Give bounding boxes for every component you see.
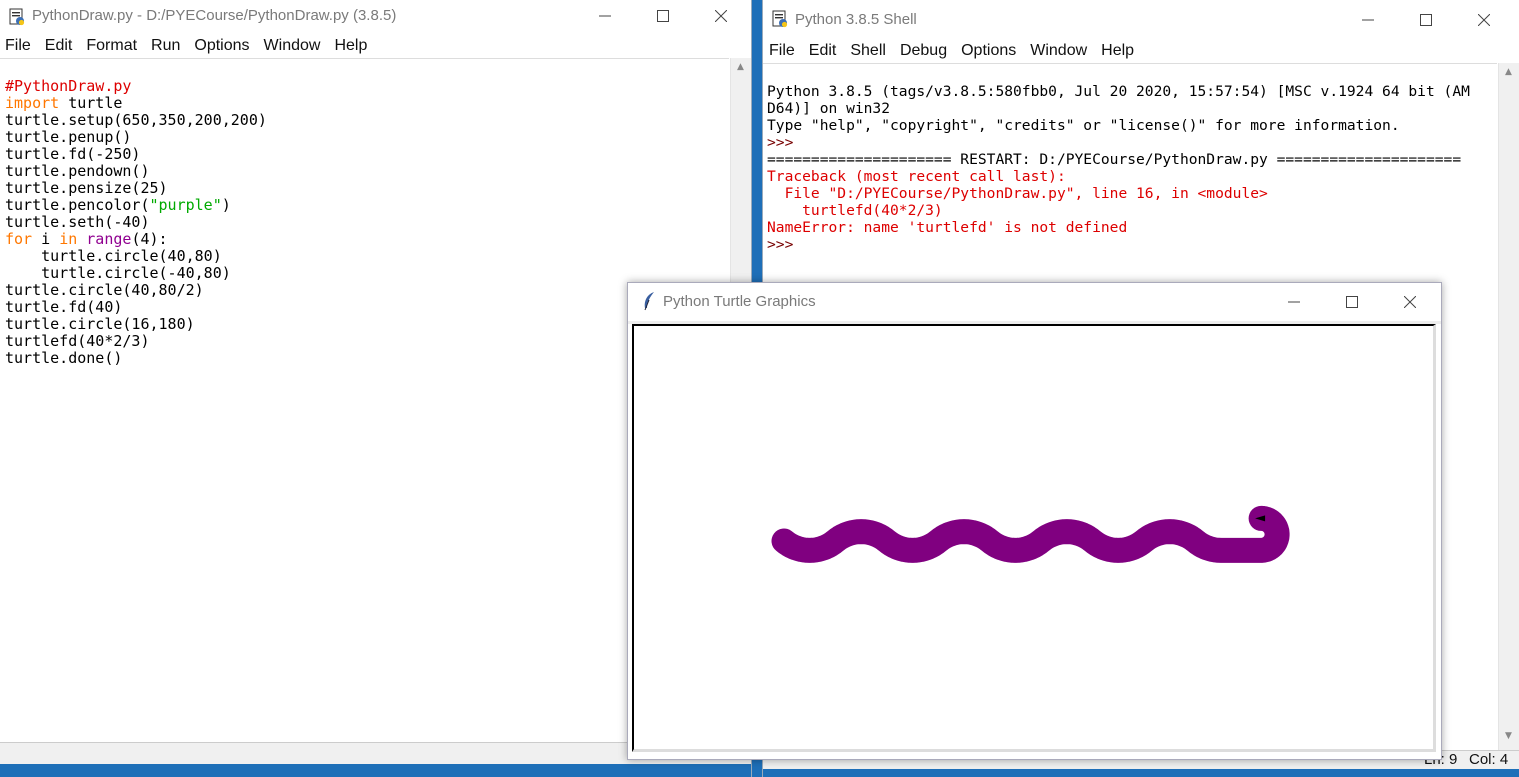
- code-line: for i in range(4):: [5, 230, 168, 248]
- menu-options[interactable]: Options: [954, 39, 1023, 63]
- code-line: turtle.circle(40,80): [5, 247, 222, 265]
- menu-options[interactable]: Options: [187, 34, 256, 58]
- close-button[interactable]: [1455, 4, 1513, 36]
- minimize-button[interactable]: [1339, 4, 1397, 36]
- code-line: import turtle: [5, 94, 123, 112]
- minimize-button[interactable]: [576, 0, 634, 32]
- code-line: turtle.done(): [5, 349, 123, 367]
- code-line: turtle.penup(): [5, 128, 132, 146]
- shell-line: Python 3.8.5 (tags/v3.8.5:580fbb0, Jul 2…: [767, 83, 1470, 100]
- editor-menubar: File Edit Format Run Options Window Help: [0, 34, 751, 58]
- shell-status-col: Col: 4: [1469, 751, 1509, 768]
- menu-debug[interactable]: Debug: [893, 39, 954, 63]
- code-line: turtle.setup(650,350,200,200): [5, 111, 267, 129]
- code-line: turtle.circle(40,80/2): [5, 281, 204, 299]
- shell-prompt: >>>: [767, 236, 803, 253]
- menu-window[interactable]: Window: [257, 34, 328, 58]
- menu-window[interactable]: Window: [1023, 39, 1094, 63]
- maximize-button[interactable]: [634, 0, 692, 32]
- code-line: turtle.circle(-40,80): [5, 264, 231, 282]
- editor-code-area[interactable]: #PythonDraw.py import turtle turtle.setup(…: [5, 61, 725, 741]
- menu-file[interactable]: File: [0, 34, 38, 58]
- scroll-up-icon[interactable]: ▲: [1505, 67, 1512, 77]
- code-line: #PythonDraw.py: [5, 77, 132, 95]
- shell-error-line: turtlefd(40*2/3): [767, 202, 943, 219]
- shell-scrollbar[interactable]: ▲ ▼: [1498, 63, 1519, 751]
- menu-edit[interactable]: Edit: [38, 34, 80, 58]
- menu-file[interactable]: File: [763, 39, 802, 63]
- shell-line: Type "help", "copyright", "credits" or "…: [767, 117, 1400, 134]
- code-line: turtle.pendown(): [5, 162, 150, 180]
- editor-titlebar[interactable]: PythonDraw.py - D:/PYECourse/PythonDraw.…: [0, 0, 751, 34]
- menu-help[interactable]: Help: [327, 34, 374, 58]
- code-line: turtle.pencolor("purple"): [5, 196, 231, 214]
- code-line: turtle.seth(-40): [5, 213, 150, 231]
- shell-error-line: File "D:/PYECourse/PythonDraw.py", line …: [767, 185, 1268, 202]
- code-line: turtle.fd(-250): [5, 145, 141, 163]
- shell-title: Python 3.8.5 Shell: [795, 11, 917, 28]
- code-line: turtle.pensize(25): [5, 179, 168, 197]
- shell-error-line: Traceback (most recent call last):: [767, 168, 1066, 185]
- code-line: turtle.circle(16,180): [5, 315, 195, 333]
- scroll-up-icon[interactable]: ▲: [737, 62, 744, 72]
- python-file-icon: [8, 8, 26, 26]
- turtle-drawing: [771, 505, 1290, 563]
- menu-help[interactable]: Help: [1094, 39, 1141, 63]
- shell-menubar: File Edit Shell Debug Options Window Hel…: [763, 39, 1519, 63]
- turtle-titlebar[interactable]: Python Turtle Graphics: [628, 283, 1441, 321]
- shell-titlebar[interactable]: Python 3.8.5 Shell: [763, 0, 1519, 38]
- turtle-canvas[interactable]: [632, 324, 1436, 752]
- maximize-button[interactable]: [1397, 4, 1455, 36]
- shell-line: D64)] on win32: [767, 100, 891, 117]
- turtle-title: Python Turtle Graphics: [663, 293, 816, 310]
- turtle-window[interactable]: Python Turtle Graphics: [627, 282, 1442, 760]
- shell-line: ===================== RESTART: D:/PYECou…: [767, 151, 1462, 168]
- minimize-button[interactable]: [1265, 286, 1323, 318]
- menu-edit[interactable]: Edit: [802, 39, 844, 63]
- snake-path: [771, 505, 1290, 563]
- code-line: turtlefd(40*2/3): [5, 332, 150, 350]
- close-button[interactable]: [1381, 286, 1439, 318]
- menu-run[interactable]: Run: [144, 34, 187, 58]
- scroll-down-icon[interactable]: ▼: [1505, 731, 1512, 741]
- close-button[interactable]: [692, 0, 750, 32]
- maximize-button[interactable]: [1323, 286, 1381, 318]
- python-shell-icon: [771, 10, 789, 28]
- code-line: turtle.fd(40): [5, 298, 123, 316]
- menu-shell[interactable]: Shell: [843, 39, 893, 63]
- shell-prompt: >>>: [767, 134, 803, 151]
- menu-format[interactable]: Format: [79, 34, 144, 58]
- shell-error-line: NameError: name 'turtlefd' is not define…: [767, 219, 1128, 236]
- feather-icon: [640, 291, 658, 311]
- editor-title: PythonDraw.py - D:/PYECourse/PythonDraw.…: [32, 7, 397, 24]
